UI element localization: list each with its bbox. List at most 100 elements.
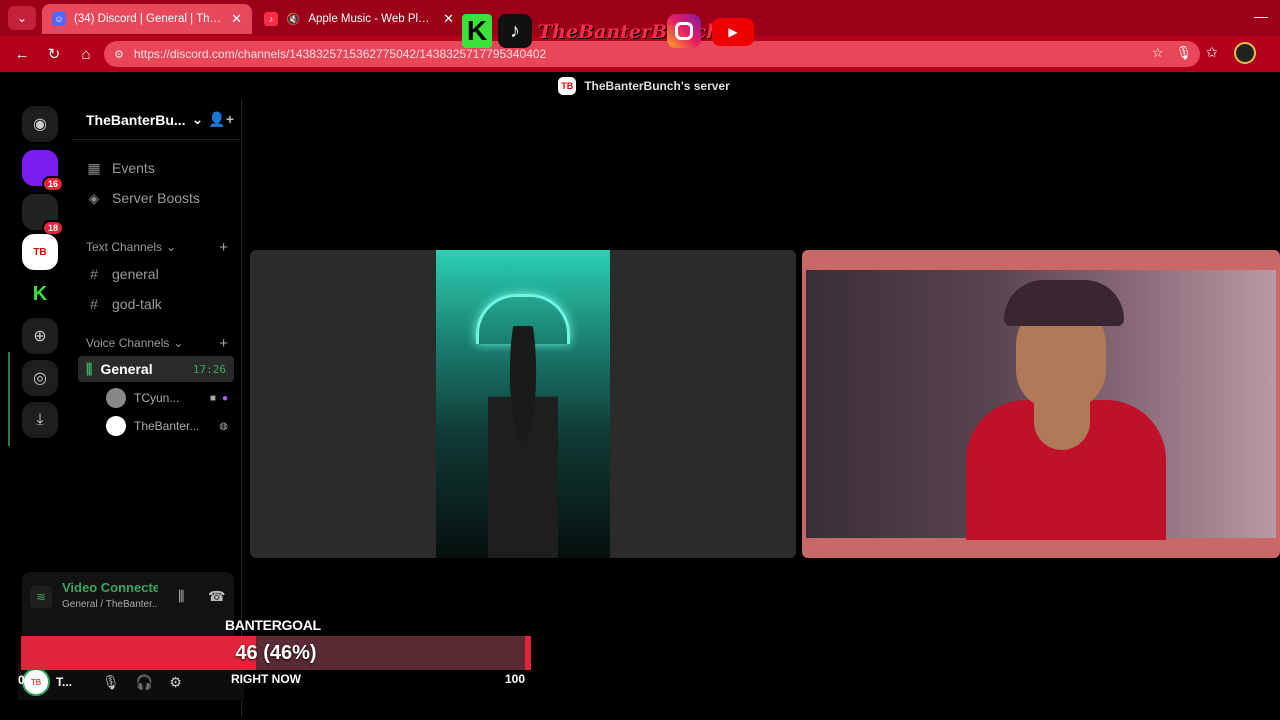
discord-home-icon[interactable]: ◉: [22, 106, 58, 142]
guild-kick[interactable]: K: [22, 276, 58, 312]
goal-title: BANTERGOAL: [225, 617, 321, 633]
site-info-icon[interactable]: ⚙: [114, 48, 124, 61]
tab-apple-music[interactable]: ♪ 🔇 Apple Music - Web Player ✕: [254, 4, 464, 34]
voice-category[interactable]: Voice Channels ⌄ +: [86, 335, 234, 352]
close-tab-icon[interactable]: ✕: [443, 11, 454, 27]
home-icon[interactable]: ⌂: [76, 44, 96, 64]
streamer-figure: [946, 280, 1176, 540]
video-stage: [250, 250, 1280, 560]
voice-location[interactable]: General / TheBanter...: [62, 599, 158, 610]
participant-silhouette: [488, 326, 558, 558]
guild-banter[interactable]: TB: [22, 234, 58, 270]
channel-general-label: general: [112, 266, 159, 282]
nav-events-label: Events: [112, 160, 155, 176]
headphones-icon[interactable]: 🎧: [136, 674, 153, 691]
tab-search-button[interactable]: ⌄: [8, 6, 36, 30]
profile-avatar[interactable]: [1234, 42, 1256, 64]
nav-server-boosts-label: Server Boosts: [112, 190, 200, 206]
unread-badge: 16: [41, 176, 64, 192]
text-category[interactable]: Text Channels ⌄ +: [86, 239, 234, 256]
voice-user[interactable]: TheBanter... ◍: [106, 414, 228, 438]
discord-app: TB TheBanterBunch's server ◉ 16 18 TB K …: [8, 72, 1280, 716]
discord-title-bar: TB TheBanterBunch's server: [8, 72, 1280, 100]
create-channel-icon[interactable]: +: [219, 239, 228, 256]
tiktok-logo: ♪: [498, 14, 532, 48]
hashtag-icon: #: [90, 296, 98, 312]
streamer-cap: [1004, 280, 1124, 326]
gear-icon[interactable]: ⚙: [169, 674, 182, 691]
server-header[interactable]: TheBanterBu... ⌄ 👤+: [72, 100, 240, 140]
channel-god-talk[interactable]: # god-talk: [78, 290, 234, 318]
voice-user-name: TheBanter...: [134, 419, 200, 433]
participant-video: [436, 250, 610, 558]
guild-2[interactable]: 18: [22, 194, 64, 236]
avatar: [106, 388, 126, 408]
username: T...: [56, 675, 73, 689]
create-channel-icon[interactable]: +: [219, 335, 228, 352]
avatar: [106, 416, 126, 436]
close-tab-icon[interactable]: ✕: [231, 11, 242, 27]
tab-discord[interactable]: ☺ (34) Discord | General | TheBanterBunc…: [42, 4, 252, 34]
server-icon: TB: [558, 77, 577, 95]
guild-purple[interactable]: 16: [22, 150, 64, 192]
channel-god-talk-label: god-talk: [112, 296, 162, 312]
goal-left-label: RIGHT NOW: [231, 672, 301, 686]
voice-channel-name: General: [100, 361, 153, 377]
channel-general[interactable]: # general: [78, 260, 234, 288]
chevron-down-icon: ⌄: [191, 111, 204, 127]
window-title: TheBanterBunch's server: [584, 79, 730, 93]
voice-category-label: Voice Channels: [86, 336, 170, 350]
tab-apple-music-label: Apple Music - Web Player: [308, 13, 436, 25]
goal-max-label: 100: [505, 672, 526, 686]
instagram-logo: [667, 14, 701, 48]
add-server-icon[interactable]: ⊕: [22, 318, 58, 354]
tab-discord-label: (34) Discord | General | TheBanterBunch'…: [74, 13, 224, 25]
avatar[interactable]: TB: [22, 668, 50, 696]
voice-user[interactable]: TCyun... ■ ●: [106, 386, 228, 410]
discord-favicon-icon: ☺: [52, 12, 66, 26]
minimize-window-button[interactable]: —: [1254, 8, 1268, 24]
nav-events[interactable]: ▦ Events: [78, 154, 234, 182]
signal-icon: ≋: [30, 586, 52, 608]
goal-min-label: 0: [18, 673, 25, 687]
goal-progress-text: 46 (46%): [235, 641, 317, 664]
microphone-icon[interactable]: 🎙: [1175, 45, 1192, 61]
chevron-down-icon: ⌄: [16, 11, 28, 25]
chevron-down-icon: ⌄: [166, 240, 177, 254]
download-icon[interactable]: ⤓: [22, 402, 58, 438]
server-name: TheBanterBu...: [86, 111, 186, 128]
microphone-icon[interactable]: 🎙: [102, 674, 120, 691]
hashtag-icon: #: [90, 266, 98, 282]
activity-icon: ●: [221, 392, 228, 404]
noise-suppression-icon[interactable]: ⫼: [178, 588, 184, 605]
back-icon[interactable]: ←: [12, 44, 32, 64]
calendar-icon: ▦: [87, 159, 101, 176]
invite-people-icon[interactable]: 👤+: [208, 111, 234, 128]
favorites-icon[interactable]: ✩: [1206, 44, 1218, 61]
url-text: https://discord.com/channels/14383257153…: [133, 47, 547, 61]
goal-progress-bar: 46 (46%): [21, 636, 531, 670]
video-tile-participant[interactable]: [250, 250, 796, 558]
voice-user-name: TCyun...: [134, 391, 180, 405]
apple-music-favicon-icon: ♪: [264, 12, 278, 26]
voice-channel-general[interactable]: ⫼ General 17:26: [78, 356, 234, 382]
video-tile-streamer[interactable]: [802, 250, 1280, 558]
camera-icon: ■: [209, 392, 216, 404]
text-category-label: Text Channels: [86, 240, 163, 254]
youtube-logo: ▶: [712, 18, 754, 46]
disconnect-icon[interactable]: ☎: [208, 588, 225, 605]
voice-channel-indicator: [8, 352, 10, 446]
chevron-down-icon: ⌄: [173, 336, 184, 350]
boost-icon: ◈: [88, 189, 100, 206]
deafened-icon: ◍: [219, 420, 228, 432]
bookmark-star-icon[interactable]: ☆: [1152, 45, 1164, 61]
nav-server-boosts[interactable]: ◈ Server Boosts: [78, 184, 234, 212]
reload-icon[interactable]: ↻: [44, 44, 64, 64]
kick-logo: K: [462, 14, 492, 48]
muted-speaker-icon[interactable]: 🔇: [286, 12, 300, 26]
voice-status[interactable]: Video Connected: [62, 580, 158, 595]
discover-icon[interactable]: ◎: [22, 360, 58, 396]
streamer-video: [806, 270, 1276, 540]
voice-activity-icon: ⫼: [86, 360, 93, 377]
the-banter-bunch-logo: TheBanterBunch: [538, 21, 721, 43]
